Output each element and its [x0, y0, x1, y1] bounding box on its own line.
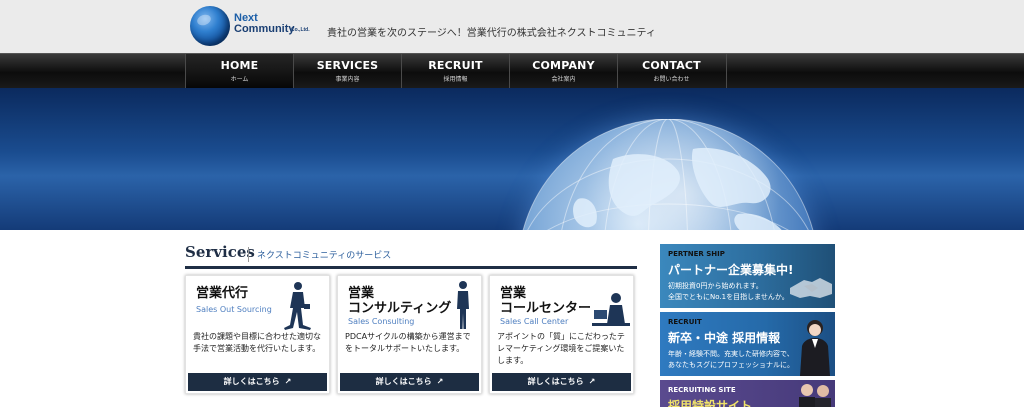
- site-header: Next Community Co.,Ltd. 貴社の営業を次のステージへ！営業…: [0, 0, 1024, 53]
- banner-title: パートナー企業募集中!: [668, 263, 794, 277]
- arrow-up-right-icon: ↗: [284, 377, 292, 386]
- nav-sublabel: 会社案内: [551, 76, 576, 83]
- banner-desc-line: 初期投資0円から始めれます。: [668, 282, 763, 290]
- service-card-sales-outsourcing: 営業代行 Sales Out Sourcing 貴社の課題や目標に合わせた適切な…: [185, 275, 330, 394]
- hero-banner: [0, 88, 1024, 230]
- details-button-label: 詳しくはこちら: [223, 377, 280, 386]
- arrow-up-right-icon: ↗: [436, 377, 444, 386]
- banner-title: 新卒・中途 採用情報: [668, 331, 781, 345]
- card-description: アポイントの「質」にこだわったテレマーケティング環境をご提案いたします。: [497, 332, 625, 365]
- services-rule: [185, 266, 637, 269]
- card-english-title: Sales Call Center: [500, 317, 569, 326]
- hero-globe-image: [518, 119, 818, 230]
- walking-businessman-icon: [284, 282, 311, 330]
- globe-grid-icon: [522, 119, 814, 230]
- card-english-title: Sales Consulting: [348, 317, 415, 326]
- banner-description: 年齢・経験不問。充実した研修内容で、 あなたもスグにプロフェッショナルに。: [668, 349, 794, 371]
- nav-label: RECRUIT: [428, 59, 483, 72]
- handshake-icon: [790, 278, 832, 298]
- nav-item-contact[interactable]: CONTACT お問い合わせ: [617, 54, 725, 89]
- recruiting-site-banner[interactable]: RECRUITING SITE 採用特設サイト: [660, 380, 835, 407]
- people-photo-icon: [799, 384, 831, 407]
- services-heading: Services: [185, 243, 255, 261]
- logo-suffix: Co.,Ltd.: [291, 27, 310, 33]
- card-description: PDCAサイクルの構築から運営までをトータルサポートいたします。: [345, 332, 471, 353]
- banner-label: PERTNER SHIP: [668, 250, 725, 258]
- call-center-operator-icon: [592, 293, 630, 326]
- partnership-banner[interactable]: PERTNER SHIP パートナー企業募集中! 初期投資0円から始めれます。 …: [660, 244, 835, 308]
- heading-divider: [248, 247, 249, 262]
- site-tagline: 貴社の営業を次のステージへ！営業代行の株式会社ネクストコミュニティ: [327, 28, 656, 39]
- nav-sublabel: お問い合わせ: [653, 76, 690, 83]
- card-title: 営業代行: [196, 286, 249, 301]
- card-english-title: Sales Out Sourcing: [196, 305, 272, 314]
- card-title: 営業 コンサルティング: [348, 286, 452, 316]
- service-card-sales-consulting: 営業 コンサルティング Sales Consulting PDCAサイクルの構築…: [337, 275, 482, 394]
- banner-desc-line: あなたもスグにプロフェッショナルに。: [668, 361, 794, 369]
- logo-globe-icon[interactable]: [190, 6, 230, 46]
- nav-item-company[interactable]: COMPANY 会社案内: [509, 54, 617, 89]
- details-button[interactable]: 詳しくはこちら ↗: [340, 373, 479, 391]
- nav-label: CONTACT: [642, 59, 701, 72]
- services-subheading: ネクストコミュニティのサービス: [257, 251, 392, 261]
- arrow-up-right-icon: ↗: [588, 377, 596, 386]
- nav-label: COMPANY: [532, 59, 595, 72]
- nav-item-home[interactable]: HOME ホーム: [185, 54, 293, 89]
- details-button[interactable]: 詳しくはこちら ↗: [492, 373, 631, 391]
- nav-label: HOME: [220, 59, 259, 72]
- banner-desc-line: 年齢・経験不問。充実した研修内容で、: [668, 350, 794, 358]
- nav-divider: [726, 54, 727, 89]
- nav-item-services[interactable]: SERVICES 事業内容: [293, 54, 401, 89]
- nav-sublabel: ホーム: [230, 76, 249, 83]
- details-button[interactable]: 詳しくはこちら ↗: [188, 373, 327, 391]
- service-card-call-center: 営業 コールセンター Sales Call Center アポイントの「質」にこ…: [489, 275, 634, 394]
- nav-sublabel: 事業内容: [335, 76, 360, 83]
- card-title: 営業 コールセンター: [500, 286, 592, 316]
- businesswoman-photo-icon: [800, 320, 830, 376]
- banner-title: 採用特設サイト: [668, 399, 753, 407]
- logo-text-community[interactable]: Community: [234, 23, 295, 35]
- details-button-label: 詳しくはこちら: [375, 377, 432, 386]
- main-nav: HOME ホーム SERVICES 事業内容 RECRUIT 採用情報 COMP…: [0, 53, 1024, 89]
- standing-businessman-icon: [457, 281, 469, 329]
- recruit-banner[interactable]: RECRUIT 新卒・中途 採用情報 年齢・経験不問。充実した研修内容で、 あな…: [660, 312, 835, 376]
- card-description: 貴社の課題や目標に合わせた適切な手法で営業活動を代行いたします。: [193, 332, 321, 353]
- banner-label: RECRUIT: [668, 318, 702, 326]
- details-button-label: 詳しくはこちら: [527, 377, 584, 386]
- banner-desc-line: 全国でともにNo.1を目指しませんか。: [668, 293, 789, 301]
- banner-description: 初期投資0円から始めれます。 全国でともにNo.1を目指しませんか。: [668, 281, 789, 303]
- nav-label: SERVICES: [316, 59, 379, 72]
- nav-item-recruit[interactable]: RECRUIT 採用情報: [401, 54, 509, 89]
- banner-label: RECRUITING SITE: [668, 386, 736, 394]
- nav-sublabel: 採用情報: [443, 76, 468, 83]
